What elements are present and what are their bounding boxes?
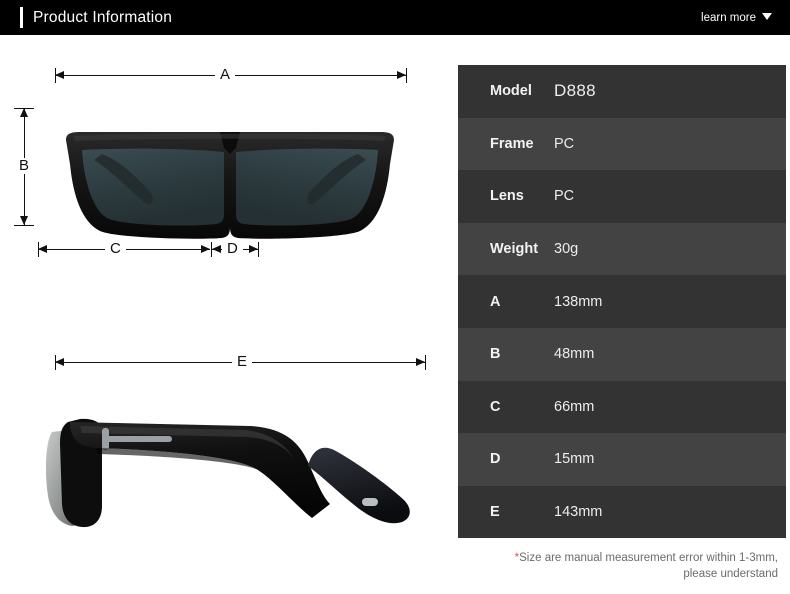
page-header: Product Information learn more [0, 0, 790, 35]
spec-label: Frame [490, 135, 534, 152]
dim-b-arrow-down [19, 216, 28, 225]
spec-label: Lens [490, 188, 524, 205]
header-accent-bar [20, 7, 23, 28]
spec-label: C [490, 398, 501, 415]
dim-a-arrow-left [55, 71, 64, 79]
table-row: Model D888 [458, 65, 786, 118]
spec-label: D [490, 451, 501, 468]
side-view-group: E [0, 285, 452, 585]
table-row: D 15mm [458, 433, 786, 486]
page-title: Product Information [33, 9, 173, 26]
dim-a-cap-right [406, 68, 407, 83]
spec-value: 15mm [554, 451, 595, 468]
dim-b-label: B [14, 158, 35, 174]
dim-e-cap-right [425, 355, 426, 370]
spec-value: 143mm [554, 504, 603, 521]
table-row: Lens PC [458, 170, 786, 223]
dim-c-arrow-left [38, 245, 47, 253]
dim-b-arrow-up [19, 108, 28, 117]
chevron-down-icon[interactable] [762, 13, 772, 20]
front-view-group: A B C D [0, 35, 452, 285]
disclaimer-line-2: please understand [683, 568, 778, 580]
measurement-disclaimer: *Size are manual measurement error withi… [458, 550, 786, 582]
table-row: Frame PC [458, 117, 786, 171]
spec-label: B [490, 346, 501, 363]
spec-value: 66mm [554, 398, 595, 415]
spec-value: PC [554, 188, 575, 205]
table-row: B 48mm [458, 327, 786, 381]
dim-a-label: A [215, 67, 236, 83]
disclaimer-line-1: Size are manual measurement error within… [519, 552, 778, 564]
table-row: C 66mm [458, 380, 786, 434]
specification-table: Model D888 Frame PC Lens PC Weight 30g A… [458, 65, 786, 539]
spec-label: Model [490, 83, 532, 100]
table-row: Weight 30g [458, 222, 786, 276]
spec-value: D888 [554, 81, 596, 101]
dim-e-arrow-left [55, 358, 64, 366]
dim-e-arrow-right [416, 358, 425, 366]
table-row: E 143mm [458, 485, 786, 539]
spec-value: PC [554, 135, 575, 152]
spec-value: 30g [554, 241, 579, 258]
spec-label: A [490, 293, 501, 310]
dim-b-cap-bottom [14, 225, 34, 226]
learn-more-link[interactable]: learn more [701, 10, 756, 26]
dim-e-label: E [232, 354, 253, 370]
dim-a-arrow-right [397, 71, 406, 79]
product-information-page: Product Information learn more A B C D E… [0, 0, 790, 594]
spec-label: Weight [490, 241, 539, 258]
product-diagram-panel: A B C D E [0, 35, 452, 594]
spec-label: E [490, 504, 500, 521]
sunglasses-side-image [45, 418, 410, 528]
table-row: A 138mm [458, 275, 786, 328]
spec-value: 138mm [554, 293, 603, 310]
spec-value: 48mm [554, 346, 595, 363]
specification-panel: Model D888 Frame PC Lens PC Weight 30g A… [452, 35, 790, 594]
sunglasses-front-image [66, 132, 394, 239]
